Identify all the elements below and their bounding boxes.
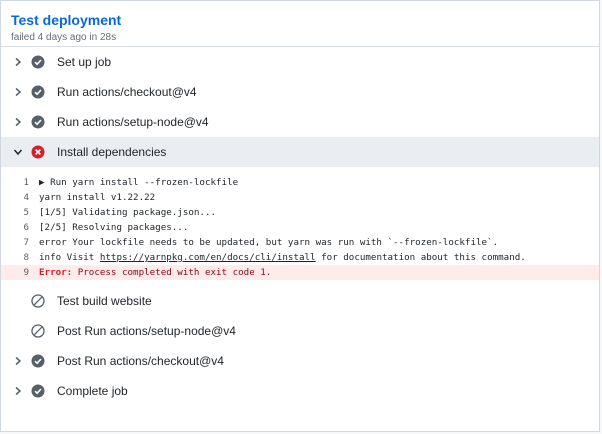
step-post-run-checkout[interactable]: Post Run actions/checkout@v4: [1, 346, 599, 376]
chevron-placeholder: [11, 316, 25, 346]
chevron-right-icon: [11, 376, 25, 406]
skipped-icon: [31, 294, 45, 308]
log-line-number[interactable]: 6: [1, 222, 39, 233]
step-complete-job[interactable]: Complete job: [1, 376, 599, 406]
error-label: Error:: [39, 267, 73, 278]
step-label: Run actions/checkout@v4: [57, 85, 197, 99]
check-circle-icon: [31, 115, 45, 129]
job-status: failed 4 days ago in 28s: [11, 32, 117, 43]
chevron-right-icon: [11, 346, 25, 376]
log-line: 8 info Visit https://yarnpkg.com/en/docs…: [1, 250, 599, 265]
log-line: 4 yarn install v1.22.22: [1, 190, 599, 205]
job-panel: Test deployment failed 4 days ago in 28s…: [0, 0, 600, 432]
step-label: Install dependencies: [57, 145, 167, 159]
step-label: Post Run actions/checkout@v4: [57, 354, 224, 368]
docs-link[interactable]: https://yarnpkg.com/en/docs/cli/install: [100, 252, 316, 263]
log-line-number[interactable]: 9: [1, 267, 39, 278]
step-label: Set up job: [57, 55, 112, 69]
chevron-right-icon: [11, 77, 25, 107]
step-set-up-job[interactable]: Set up job: [1, 47, 599, 77]
check-circle-icon: [31, 384, 45, 398]
log-line: 5 [1/5] Validating package.json...: [1, 205, 599, 220]
log-line-number[interactable]: 4: [1, 192, 39, 203]
log-line: 1 ▶ Run yarn install --frozen-lockfile: [1, 175, 599, 190]
step-label: Test build website: [57, 294, 152, 308]
step-label: Run actions/setup-node@v4: [57, 115, 209, 129]
chevron-down-icon: [11, 137, 25, 167]
job-header: Test deployment failed 4 days ago in 28s: [1, 1, 599, 47]
step-label: Post Run actions/setup-node@v4: [57, 324, 236, 338]
log-line-text[interactable]: ▶ Run yarn install --frozen-lockfile: [39, 177, 238, 188]
x-circle-icon: [31, 145, 45, 159]
check-circle-icon: [31, 55, 45, 69]
step-test-build-website[interactable]: Test build website: [1, 286, 599, 316]
log-line-text: Error: Process completed with exit code …: [39, 267, 271, 278]
error-message: Process completed with exit code 1.: [72, 267, 272, 278]
log-line-text: [1/5] Validating package.json...: [39, 207, 217, 218]
chevron-right-icon: [11, 47, 25, 77]
step-install-dependencies[interactable]: Install dependencies: [1, 137, 599, 167]
log-line-number[interactable]: 5: [1, 207, 39, 218]
log-line-number[interactable]: 1: [1, 177, 39, 188]
log-line: 6 [2/5] Resolving packages...: [1, 220, 599, 235]
log-line-error: 9 Error: Process completed with exit cod…: [1, 265, 599, 280]
job-title[interactable]: Test deployment: [11, 11, 589, 29]
step-run-setup-node[interactable]: Run actions/setup-node@v4: [1, 107, 599, 137]
step-label: Complete job: [57, 384, 128, 398]
log-line-text: [2/5] Resolving packages...: [39, 222, 189, 233]
log-text-prefix: info Visit: [39, 252, 100, 263]
step-post-run-setup-node[interactable]: Post Run actions/setup-node@v4: [1, 316, 599, 346]
chevron-right-icon: [11, 107, 25, 137]
log-text-suffix: for documentation about this command.: [315, 252, 526, 263]
log-line-text: yarn install v1.22.22: [39, 192, 156, 203]
step-run-checkout[interactable]: Run actions/checkout@v4: [1, 77, 599, 107]
log-line: 7 error Your lockfile needs to be update…: [1, 235, 599, 250]
log-line-number[interactable]: 7: [1, 237, 39, 248]
check-circle-icon: [31, 85, 45, 99]
log-line-number[interactable]: 8: [1, 252, 39, 263]
skipped-icon: [31, 324, 45, 338]
step-list: Set up job Run actions/checkout@v4 Run a…: [1, 47, 599, 406]
log-line-text: info Visit https://yarnpkg.com/en/docs/c…: [39, 252, 526, 263]
step-log: 1 ▶ Run yarn install --frozen-lockfile 4…: [1, 167, 599, 286]
log-line-text: error Your lockfile needs to be updated,…: [39, 237, 499, 248]
chevron-placeholder: [11, 286, 25, 316]
check-circle-icon: [31, 354, 45, 368]
